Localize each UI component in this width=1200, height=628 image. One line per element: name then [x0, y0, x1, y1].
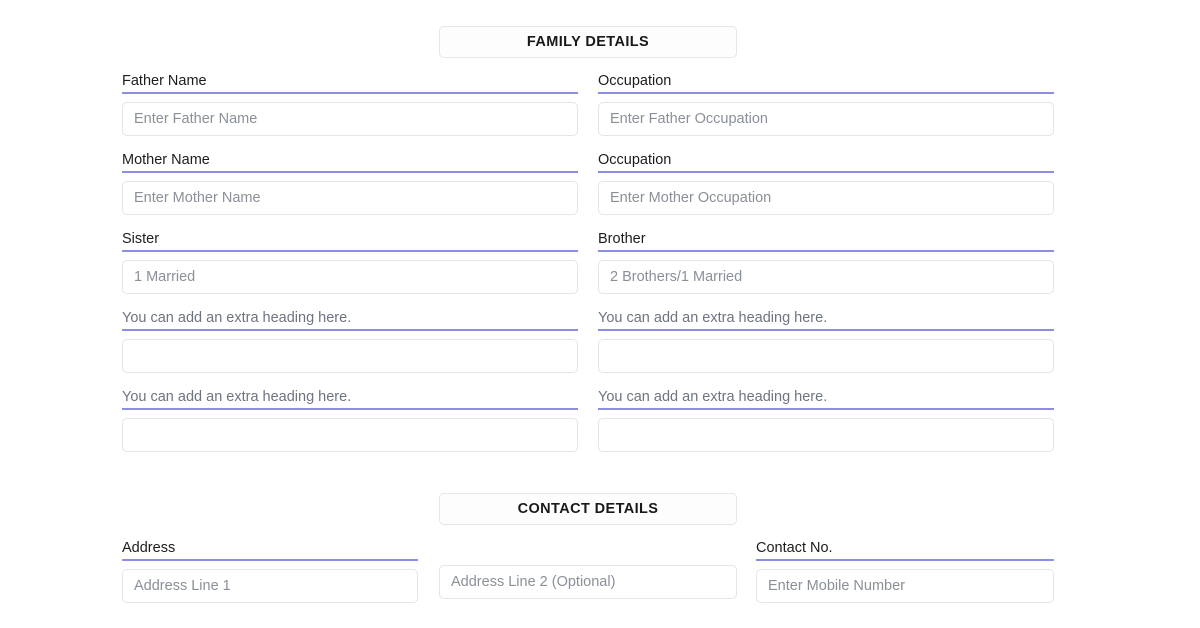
input-mother-name[interactable] — [122, 181, 578, 215]
input-extra-heading-3[interactable] — [122, 418, 578, 452]
field-mother-name: Mother Name — [122, 151, 578, 215]
input-father-name[interactable] — [122, 102, 578, 136]
field-extra-heading-1: You can add an extra heading here. — [122, 309, 578, 373]
field-extra-heading-3: You can add an extra heading here. — [122, 388, 578, 452]
label-father-occupation: Occupation — [598, 72, 1054, 94]
section-header-family-details: FAMILY DETAILS — [439, 26, 737, 58]
input-extra-heading-1[interactable] — [122, 339, 578, 373]
input-address-line-2[interactable] — [439, 565, 737, 599]
section-title-contact-details: CONTACT DETAILS — [517, 500, 659, 517]
field-sister: Sister — [122, 230, 578, 294]
input-extra-heading-2[interactable] — [598, 339, 1054, 373]
field-extra-heading-2: You can add an extra heading here. — [598, 309, 1054, 373]
label-extra-heading-2: You can add an extra heading here. — [598, 309, 1054, 331]
field-father-name: Father Name — [122, 72, 578, 136]
label-address: Address — [122, 539, 418, 561]
section-header-contact-details: CONTACT DETAILS — [439, 493, 737, 525]
label-mother-occupation: Occupation — [598, 151, 1054, 173]
label-mother-name: Mother Name — [122, 151, 578, 173]
input-contact-no[interactable] — [756, 569, 1054, 603]
field-address-line-1: Address — [122, 539, 418, 603]
input-mother-occupation[interactable] — [598, 181, 1054, 215]
label-sister: Sister — [122, 230, 578, 252]
label-contact-no: Contact No. — [756, 539, 1054, 561]
label-brother: Brother — [598, 230, 1054, 252]
label-extra-heading-4: You can add an extra heading here. — [598, 388, 1054, 410]
field-mother-occupation: Occupation — [598, 151, 1054, 215]
input-father-occupation[interactable] — [598, 102, 1054, 136]
label-extra-heading-3: You can add an extra heading here. — [122, 388, 578, 410]
field-father-occupation: Occupation — [598, 72, 1054, 136]
input-extra-heading-4[interactable] — [598, 418, 1054, 452]
section-title-family-details: FAMILY DETAILS — [526, 33, 650, 50]
field-contact-no: Contact No. — [756, 539, 1054, 603]
label-father-name: Father Name — [122, 72, 578, 94]
field-extra-heading-4: You can add an extra heading here. — [598, 388, 1054, 452]
field-brother: Brother — [598, 230, 1054, 294]
biodata-form-page: FAMILY DETAILS Father Name Occupation Mo… — [0, 0, 1200, 628]
input-brother[interactable] — [598, 260, 1054, 294]
input-address-line-1[interactable] — [122, 569, 418, 603]
label-extra-heading-1: You can add an extra heading here. — [122, 309, 578, 331]
input-sister[interactable] — [122, 260, 578, 294]
